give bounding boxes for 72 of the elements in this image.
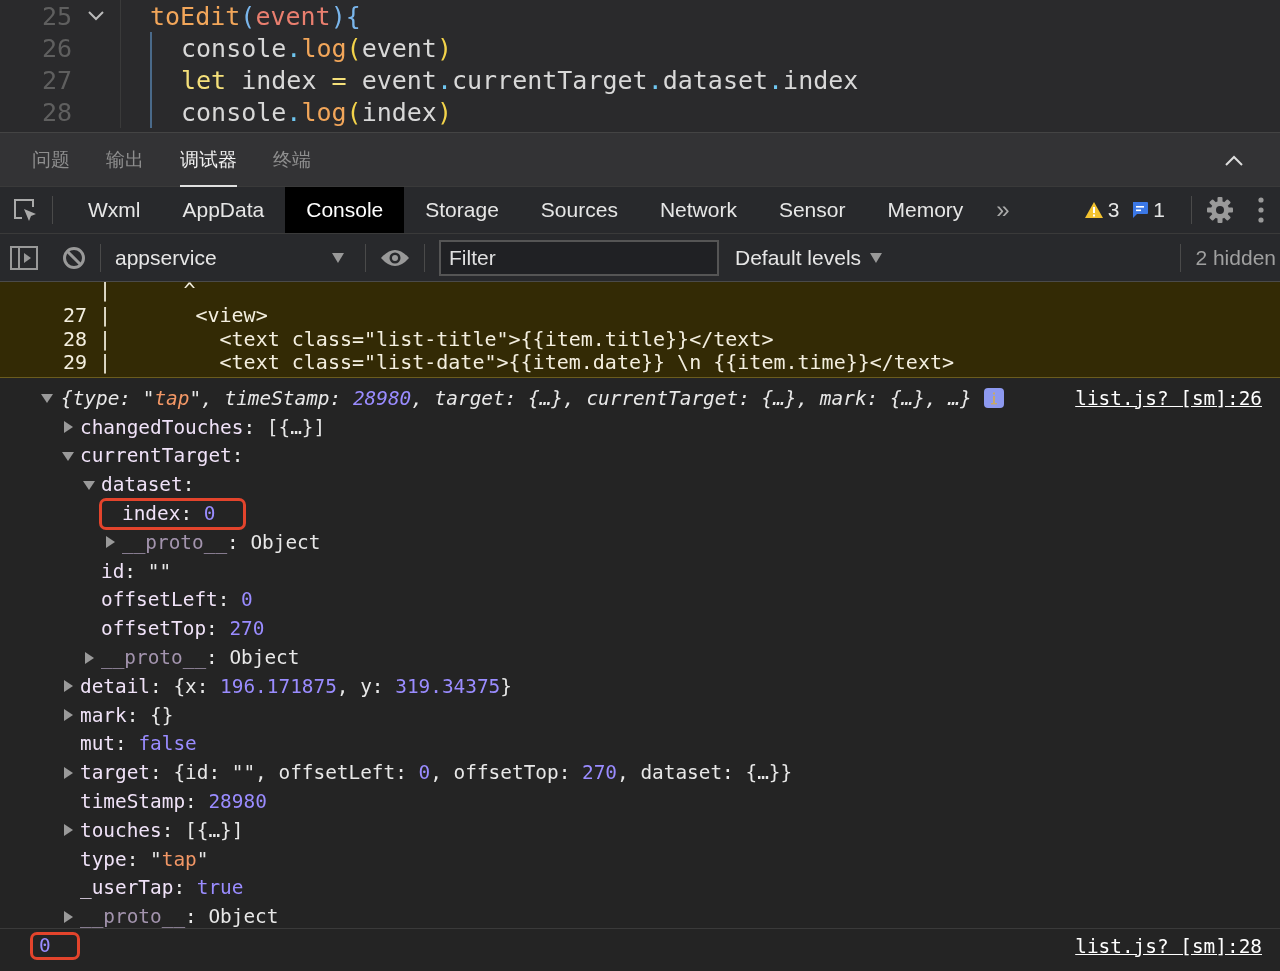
more-options-icon[interactable] bbox=[1258, 197, 1264, 223]
property-row: offsetTop: 270 bbox=[101, 617, 265, 641]
error-code-line: 29 | <text class="list-date">{{item.date}} \n {{item.time}}</text> bbox=[63, 351, 956, 375]
property-row: type: "tap" bbox=[80, 847, 209, 871]
message-count[interactable]: 1 bbox=[1153, 198, 1165, 222]
clear-console-icon[interactable] bbox=[62, 245, 86, 270]
log-levels-dropdown[interactable]: Default levels bbox=[735, 245, 862, 270]
devtools-tab[interactable]: Console bbox=[285, 187, 405, 233]
expand-arrow-icon[interactable] bbox=[83, 651, 95, 664]
sidebar-toggle-icon[interactable] bbox=[10, 245, 38, 270]
property-row[interactable]: __proto__: Object bbox=[122, 530, 321, 554]
eye-icon[interactable] bbox=[380, 247, 410, 268]
property-row[interactable]: dataset: bbox=[101, 473, 195, 497]
caret-icon[interactable] bbox=[87, 10, 105, 22]
object-summary[interactable]: {type: "tap", timeStamp: 28980, target: {…}, currentTarget: {…}, mark: {…}, …} bbox=[61, 386, 972, 410]
property-row[interactable]: changedTouches: [{…}] bbox=[80, 415, 326, 439]
code-line: console.log(event) bbox=[181, 33, 452, 63]
expand-arrow-icon[interactable] bbox=[62, 824, 74, 837]
info-icon bbox=[983, 388, 1004, 409]
devtools-tab[interactable]: Sources bbox=[519, 187, 639, 233]
property-row[interactable]: touches: [{…}] bbox=[80, 818, 244, 842]
context-select[interactable]: appservice bbox=[115, 245, 331, 270]
devtools-tab[interactable]: Network bbox=[638, 187, 758, 233]
hidden-count: 2 hidden bbox=[1195, 245, 1276, 270]
devtools-tab[interactable]: AppData bbox=[161, 187, 286, 233]
property-row[interactable]: target: {id: "", offsetLeft: 0, offsetTop: 270, dataset: {…}} bbox=[80, 761, 793, 785]
code-line: console.log(index) bbox=[181, 97, 452, 127]
panel-tab[interactable]: 输出 bbox=[106, 132, 144, 187]
code-line: toEdit(event){ bbox=[150, 1, 361, 31]
error-code-line: | ^ bbox=[98, 282, 197, 304]
expand-arrow-icon[interactable] bbox=[104, 536, 116, 549]
devtools-tab[interactable]: Wxml bbox=[67, 187, 162, 233]
property-row: index: 0 bbox=[99, 497, 247, 530]
property-row[interactable]: __proto__: Object bbox=[80, 905, 279, 929]
settings-icon[interactable] bbox=[1206, 196, 1234, 224]
warning-icon bbox=[1083, 201, 1104, 219]
code-line: let index = event.currentTarget.dataset.index bbox=[181, 65, 859, 95]
source-link[interactable]: list.js? [sm]:28 bbox=[1075, 934, 1262, 958]
expand-arrow-icon[interactable] bbox=[62, 450, 74, 462]
property-row: _userTap: true bbox=[80, 876, 244, 900]
more-tabs-button[interactable]: » bbox=[984, 196, 1022, 224]
expand-arrow-icon[interactable] bbox=[62, 766, 74, 779]
expand-arrow-icon[interactable] bbox=[62, 680, 74, 693]
property-row[interactable]: detail: {x: 196.171875, y: 319.34375} bbox=[80, 674, 512, 698]
property-row: id: "" bbox=[101, 559, 172, 583]
expand-arrow-icon[interactable] bbox=[62, 910, 74, 923]
panel-tab[interactable]: 问题 bbox=[32, 132, 70, 187]
chevron-up-icon[interactable] bbox=[1224, 153, 1244, 166]
inspect-icon[interactable] bbox=[12, 197, 38, 223]
error-code-line: 27 | <view> bbox=[63, 304, 269, 328]
message-icon bbox=[1131, 201, 1150, 219]
property-row: mut: false bbox=[80, 732, 197, 756]
expand-arrow-icon[interactable] bbox=[83, 478, 95, 491]
panel-tab[interactable]: 终端 bbox=[273, 132, 311, 187]
property-row: offsetLeft: 0 bbox=[101, 588, 253, 612]
expand-arrow-icon[interactable] bbox=[62, 421, 74, 434]
filter-field[interactable]: Filter bbox=[439, 239, 719, 276]
source-link[interactable]: list.js? [sm]:26 bbox=[1075, 386, 1262, 410]
dropdown-caret-icon bbox=[331, 251, 345, 264]
logged-value: 0 bbox=[30, 932, 80, 960]
dropdown-caret-icon bbox=[869, 251, 884, 264]
property-row[interactable]: __proto__: Object bbox=[101, 646, 300, 670]
expand-arrow-icon[interactable] bbox=[62, 709, 74, 722]
error-code-line: 28 | <text class="list-title">{{item.title}}</text> bbox=[63, 327, 775, 351]
property-row[interactable]: currentTarget: bbox=[80, 444, 244, 468]
expand-arrow-icon[interactable] bbox=[41, 392, 53, 405]
devtools-tab[interactable]: Memory bbox=[866, 187, 985, 233]
devtools-tab[interactable]: Sensor bbox=[757, 187, 867, 233]
devtools-tab[interactable]: Storage bbox=[404, 187, 520, 233]
property-row: timeStamp: 28980 bbox=[80, 790, 267, 814]
warning-count[interactable]: 3 bbox=[1107, 198, 1120, 222]
property-row[interactable]: mark: {} bbox=[80, 703, 174, 727]
